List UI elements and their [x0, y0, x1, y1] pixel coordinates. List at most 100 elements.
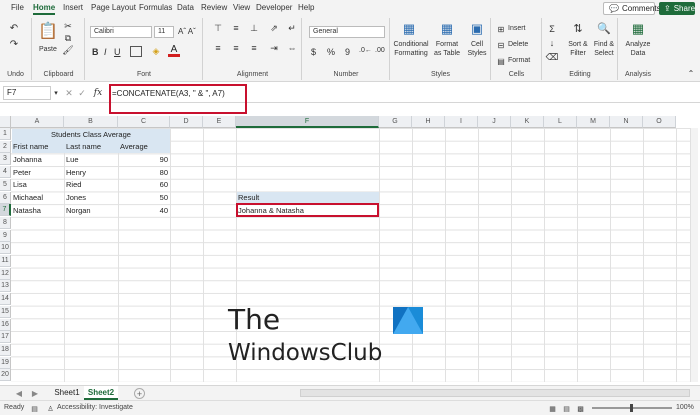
- column-header-n[interactable]: N: [610, 116, 643, 128]
- insert-function-icon[interactable]: fx: [91, 87, 105, 99]
- row-header[interactable]: 12: [0, 267, 11, 280]
- column-header-l[interactable]: L: [544, 116, 577, 128]
- autosum-icon[interactable]: Σ: [547, 24, 557, 34]
- row-header[interactable]: 1: [0, 128, 11, 140]
- format-cells-icon[interactable]: ▤: [496, 56, 506, 66]
- font-color-icon[interactable]: A: [168, 44, 180, 57]
- add-sheet-icon[interactable]: +: [134, 388, 145, 399]
- font-size-select[interactable]: 11: [154, 26, 174, 38]
- merge-center-icon[interactable]: ⇔: [286, 43, 298, 53]
- column-header-m[interactable]: M: [577, 116, 610, 128]
- horizontal-scrollbar[interactable]: [300, 389, 690, 397]
- cell-first-name[interactable]: Lisa: [13, 179, 63, 191]
- delete-cells-button[interactable]: Delete: [508, 41, 528, 48]
- column-header-a[interactable]: A: [11, 116, 64, 128]
- tab-page-layout[interactable]: Page Layout: [91, 3, 136, 12]
- number-format-select[interactable]: General: [309, 26, 385, 38]
- italic-icon[interactable]: I: [104, 47, 107, 57]
- cut-icon[interactable]: ✂: [63, 21, 73, 31]
- format-painter-icon[interactable]: 🖌: [62, 45, 73, 55]
- row-header[interactable]: 10: [0, 242, 11, 255]
- tab-home[interactable]: Home: [33, 3, 56, 15]
- enter-icon[interactable]: ✓: [77, 87, 87, 99]
- column-header-c[interactable]: C: [118, 116, 170, 128]
- cell-last-name[interactable]: Lue: [66, 154, 116, 166]
- row-header[interactable]: 13: [0, 280, 11, 293]
- clear-icon[interactable]: ⌫: [546, 52, 559, 62]
- conditional-formatting-icon[interactable]: ▦: [401, 21, 417, 37]
- row-header[interactable]: 11: [0, 255, 11, 267]
- sheet-tab-sheet1[interactable]: Sheet1: [52, 387, 82, 399]
- sort-filter-icon[interactable]: ⇅: [571, 21, 585, 35]
- insert-cells-button[interactable]: Insert: [508, 25, 526, 32]
- cell-average[interactable]: 60: [120, 179, 168, 191]
- comments-button[interactable]: 💬 Comments: [603, 2, 661, 15]
- cell-average[interactable]: 40: [120, 205, 168, 217]
- header-last-name[interactable]: Last name: [66, 141, 116, 153]
- share-button[interactable]: ⇪ Share: [659, 2, 695, 15]
- indent-icon[interactable]: ⇥: [268, 43, 280, 53]
- orientation-icon[interactable]: ⇗: [268, 23, 280, 33]
- macro-record-icon[interactable]: ▤: [30, 404, 39, 413]
- cell-first-name[interactable]: Johanna: [13, 154, 63, 166]
- column-header-e[interactable]: E: [203, 116, 236, 128]
- vertical-scrollbar[interactable]: [690, 128, 698, 382]
- row-header[interactable]: 8: [0, 216, 11, 229]
- analyze-data-button[interactable]: Analyze Data: [621, 40, 655, 58]
- zoom-slider-thumb[interactable]: [630, 404, 633, 412]
- borders-icon[interactable]: [130, 46, 142, 57]
- cell-last-name[interactable]: Ried: [66, 179, 116, 191]
- align-center-icon[interactable]: ≡: [230, 43, 242, 53]
- undo-icon[interactable]: ↶: [8, 22, 20, 34]
- cell-first-name[interactable]: Peter: [13, 167, 63, 179]
- tab-insert[interactable]: Insert: [63, 3, 83, 12]
- fill-color-icon[interactable]: ◈: [150, 46, 162, 57]
- cell-average[interactable]: 50: [120, 192, 168, 204]
- column-header-g[interactable]: G: [379, 116, 412, 128]
- align-right-icon[interactable]: ≡: [248, 43, 260, 53]
- underline-icon[interactable]: U: [114, 47, 121, 57]
- decrease-decimal-icon[interactable]: .00: [375, 47, 385, 54]
- scroll-left-icon[interactable]: ◀: [14, 388, 24, 398]
- percent-icon[interactable]: %: [327, 47, 335, 57]
- column-header-b[interactable]: B: [64, 116, 118, 128]
- accessibility-icon[interactable]: ♙: [46, 404, 55, 413]
- row-header[interactable]: 17: [0, 331, 11, 344]
- currency-icon[interactable]: $: [311, 47, 316, 57]
- copy-icon[interactable]: ⧉: [63, 33, 73, 43]
- analyze-data-icon[interactable]: ▦: [630, 21, 646, 37]
- row-header[interactable]: 14: [0, 293, 11, 306]
- sort-filter-button[interactable]: Sort & Filter: [565, 40, 591, 58]
- row-header[interactable]: 6: [0, 191, 11, 204]
- conditional-formatting-button[interactable]: Conditional Formatting: [393, 40, 429, 58]
- bold-icon[interactable]: B: [92, 47, 99, 57]
- font-name-select[interactable]: Calibri: [90, 26, 152, 38]
- name-box-dropdown-icon[interactable]: ▾: [52, 88, 60, 98]
- cell-last-name[interactable]: Henry: [66, 167, 116, 179]
- page-break-view-icon[interactable]: ▩: [576, 404, 585, 413]
- cell-average[interactable]: 80: [120, 167, 168, 179]
- cell-first-name[interactable]: Natasha: [13, 205, 63, 217]
- format-as-table-icon[interactable]: ▦: [439, 21, 455, 37]
- wrap-text-icon[interactable]: ↵: [286, 23, 298, 33]
- row-header[interactable]: 5: [0, 178, 11, 191]
- row-header[interactable]: 20: [0, 369, 11, 382]
- column-header-o[interactable]: O: [643, 116, 676, 128]
- tab-file[interactable]: File: [11, 3, 24, 12]
- column-header-k[interactable]: K: [511, 116, 544, 128]
- top-align-icon[interactable]: ⊤: [212, 23, 224, 33]
- tab-help[interactable]: Help: [298, 3, 314, 12]
- normal-view-icon[interactable]: ▦: [548, 404, 557, 413]
- collapse-ribbon-icon[interactable]: ⌃: [686, 68, 696, 78]
- row-header[interactable]: 16: [0, 318, 11, 331]
- cell-last-name[interactable]: Jones: [66, 192, 116, 204]
- tab-developer[interactable]: Developer: [256, 3, 292, 12]
- tab-review[interactable]: Review: [201, 3, 227, 12]
- tab-view[interactable]: View: [233, 3, 250, 12]
- column-header-d[interactable]: D: [170, 116, 203, 128]
- row-header[interactable]: 3: [0, 153, 11, 166]
- grow-font-icon[interactable]: Aˆ Aˇ: [178, 27, 196, 36]
- table-title-cell[interactable]: Students Class Average: [12, 129, 170, 141]
- header-first-name[interactable]: Frist name: [13, 141, 63, 153]
- column-header-h[interactable]: H: [412, 116, 445, 128]
